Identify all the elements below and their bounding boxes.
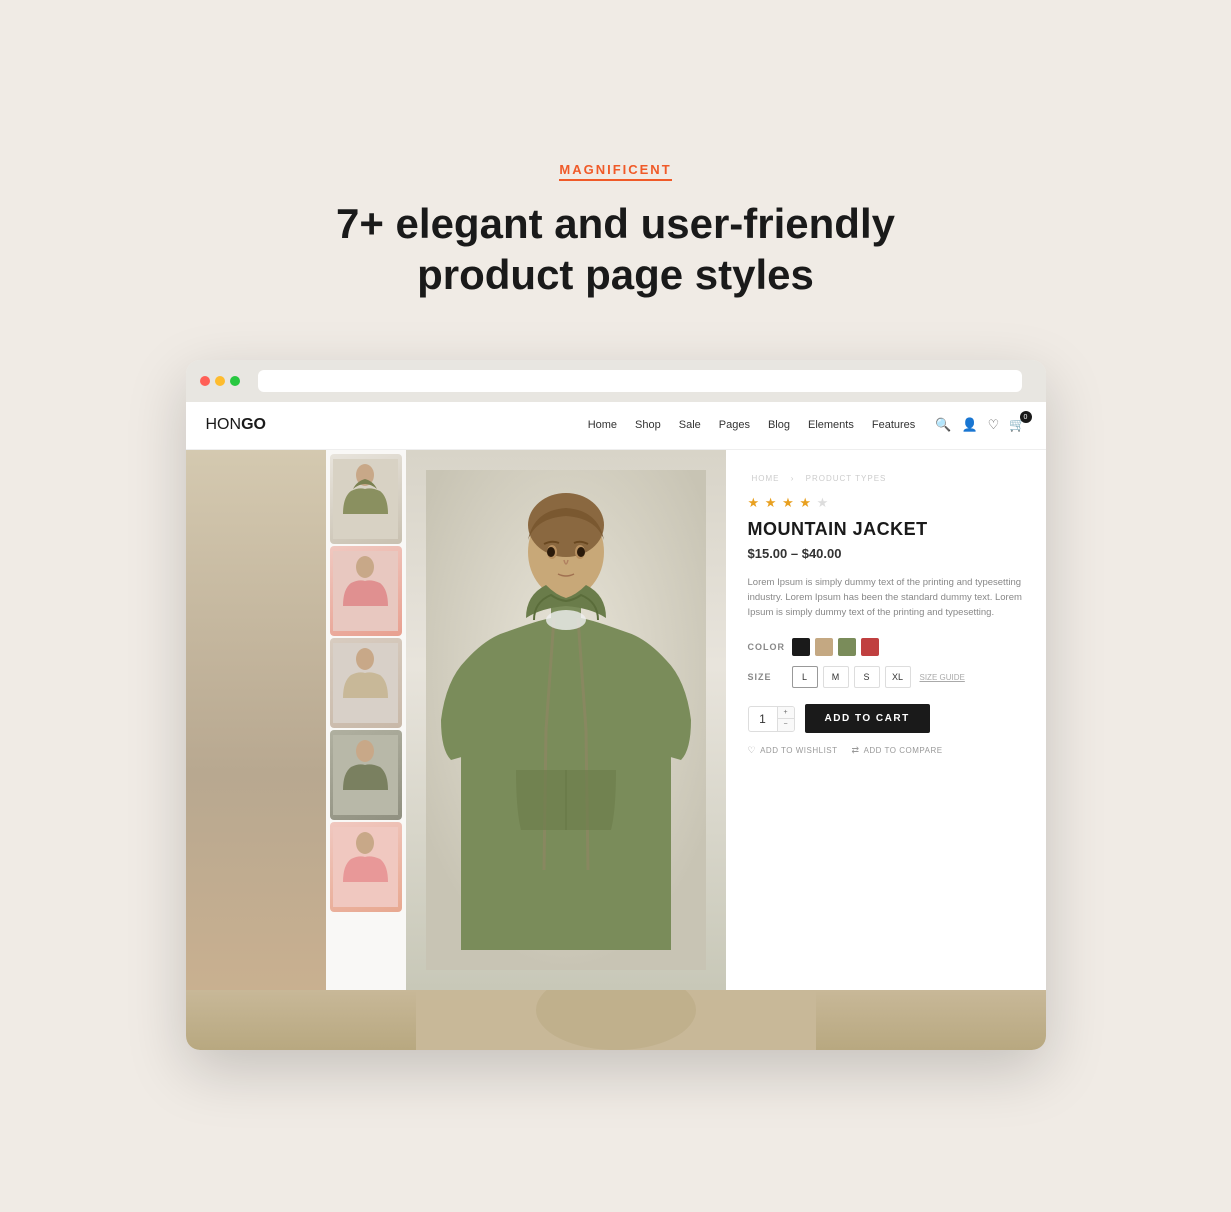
account-icon[interactable]: 👤 <box>961 417 977 433</box>
product-description: Lorem Ipsum is simply dummy text of the … <box>748 575 1024 621</box>
swatch-tan[interactable] <box>815 638 833 656</box>
size-label: SIZE <box>748 672 784 682</box>
quantity-input[interactable] <box>749 710 777 728</box>
size-m[interactable]: M <box>823 666 849 688</box>
size-xl[interactable]: XL <box>885 666 911 688</box>
size-s[interactable]: S <box>854 666 880 688</box>
add-to-cart-button[interactable]: ADD TO CART <box>805 704 930 733</box>
navbar-logo: HONGO <box>206 416 266 434</box>
star-5-empty: ★ <box>817 495 830 510</box>
product-price: $15.00 – $40.00 <box>748 546 1024 561</box>
nav-elements[interactable]: Elements <box>808 419 854 431</box>
main-product-image <box>406 450 726 990</box>
dot-red <box>200 376 210 386</box>
size-options: L M S XL SIZE GUIDE <box>792 666 965 688</box>
url-bar <box>258 370 1022 392</box>
nav-blog[interactable]: Blog <box>768 419 790 431</box>
add-to-cart-row: + − ADD TO CART <box>748 704 1024 733</box>
quantity-control: + − <box>748 706 795 732</box>
product-page: HOME › PRODUCT TYPES ★ ★ ★ ★ ★ MOUNTAIN … <box>186 450 1046 990</box>
star-4: ★ <box>799 495 812 510</box>
thumbnail-1[interactable] <box>330 454 402 544</box>
star-2: ★ <box>765 495 778 510</box>
dot-yellow <box>215 376 225 386</box>
swatch-red[interactable] <box>861 638 879 656</box>
page-wrapper: MAGNIFICENT 7+ elegant and user-friendly… <box>116 162 1116 1050</box>
product-details-panel: HOME › PRODUCT TYPES ★ ★ ★ ★ ★ MOUNTAIN … <box>726 450 1046 990</box>
add-to-wishlist-button[interactable]: ♡ ADD TO WISHLIST <box>748 745 838 756</box>
color-option-row: COLOR <box>748 638 1024 656</box>
breadcrumb: HOME › PRODUCT TYPES <box>748 474 1024 483</box>
browser-dots <box>200 376 240 386</box>
thumb-figure-1 <box>333 459 398 539</box>
star-3: ★ <box>782 495 795 510</box>
dot-green <box>230 376 240 386</box>
thumb-figure-2 <box>333 551 398 631</box>
size-l[interactable]: L <box>792 666 818 688</box>
thumbnail-list <box>326 450 406 990</box>
star-rating: ★ ★ ★ ★ ★ <box>748 495 1024 511</box>
color-label: COLOR <box>748 642 784 652</box>
swatch-olive[interactable] <box>838 638 856 656</box>
search-icon[interactable]: 🔍 <box>935 417 951 433</box>
badge-label: MAGNIFICENT <box>559 162 671 181</box>
thumbnail-4[interactable] <box>330 730 402 820</box>
compare-icon: ⇄ <box>852 745 860 756</box>
thumb-figure-3 <box>333 643 398 723</box>
qty-buttons: + − <box>777 707 794 731</box>
cart-badge: 0 <box>1020 411 1032 423</box>
star-1: ★ <box>748 495 761 510</box>
wishlist-compare-row: ♡ ADD TO WISHLIST ⇄ ADD TO COMPARE <box>748 745 1024 756</box>
navbar-nav: Home Shop Sale Pages Blog Elements Featu… <box>588 419 916 431</box>
size-option-row: SIZE L M S XL SIZE GUIDE <box>748 666 1024 688</box>
thumbnail-2[interactable] <box>330 546 402 636</box>
qty-decrease-btn[interactable]: − <box>778 719 794 731</box>
navbar: HONGO Home Shop Sale Pages Blog Elements… <box>186 402 1046 450</box>
thumbnail-5[interactable] <box>330 822 402 912</box>
add-to-compare-button[interactable]: ⇄ ADD TO COMPARE <box>852 745 943 756</box>
hoodie-figure-svg <box>426 470 706 970</box>
cart-icon[interactable]: 🛒 0 <box>1009 417 1025 433</box>
nav-pages[interactable]: Pages <box>719 419 750 431</box>
nav-sale[interactable]: Sale <box>679 419 701 431</box>
bottom-image-svg <box>416 990 816 1050</box>
nav-features[interactable]: Features <box>872 419 915 431</box>
thumb-figure-4 <box>333 735 398 815</box>
product-title: MOUNTAIN JACKET <box>748 519 1024 540</box>
size-guide-link[interactable]: SIZE GUIDE <box>920 673 965 682</box>
qty-increase-btn[interactable]: + <box>778 707 794 719</box>
browser-mockup: HONGO Home Shop Sale Pages Blog Elements… <box>186 360 1046 1050</box>
nav-home[interactable]: Home <box>588 419 617 431</box>
heart-icon: ♡ <box>748 745 757 756</box>
browser-chrome <box>186 360 1046 402</box>
thumb-figure-5 <box>333 827 398 907</box>
swatch-black[interactable] <box>792 638 810 656</box>
headline: 7+ elegant and user-friendly product pag… <box>336 199 895 300</box>
bottom-partial-image <box>186 990 1046 1050</box>
navbar-icons: 🔍 👤 ♡ 🛒 0 <box>935 417 1025 433</box>
nav-shop[interactable]: Shop <box>635 419 661 431</box>
color-swatches <box>792 638 879 656</box>
wishlist-icon[interactable]: ♡ <box>988 417 1000 433</box>
thumbnail-3[interactable] <box>330 638 402 728</box>
left-background-strip <box>186 450 326 990</box>
